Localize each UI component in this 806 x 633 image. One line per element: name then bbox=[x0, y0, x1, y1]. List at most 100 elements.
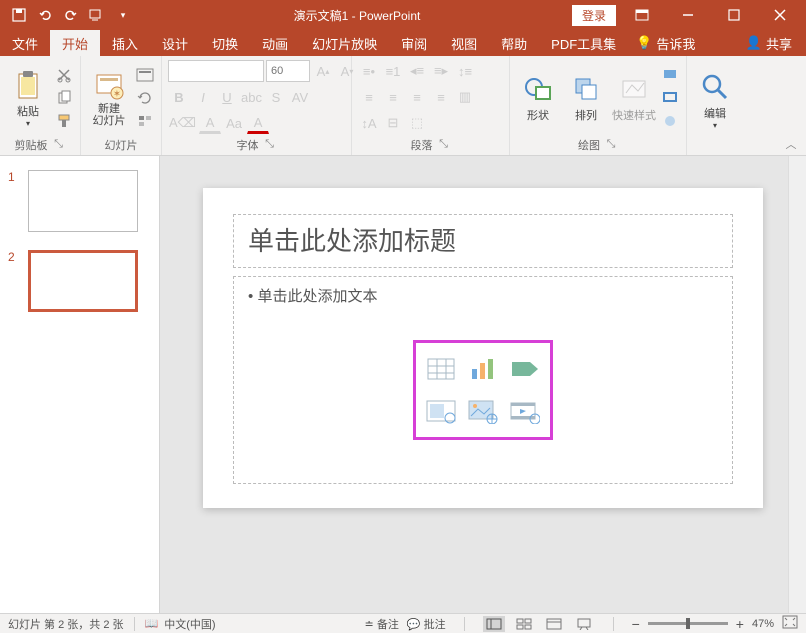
insert-smartart-icon[interactable] bbox=[506, 349, 544, 388]
align-left-icon[interactable]: ≡ bbox=[358, 86, 380, 108]
ribbon-display-options-icon[interactable] bbox=[622, 1, 662, 29]
clipboard-icon bbox=[12, 69, 44, 101]
shadow-button[interactable]: S bbox=[265, 86, 287, 108]
zoom-percent[interactable]: 47% bbox=[752, 618, 774, 630]
font-dialog-launcher-icon[interactable]: ⤡ bbox=[263, 138, 277, 152]
maximize-icon[interactable] bbox=[714, 1, 754, 29]
clear-formatting-icon[interactable]: A⌫ bbox=[168, 112, 197, 134]
slide-canvas-area[interactable]: 软件自学网 WWW.RJZXW.COM 单击此处添加标题 • 单击此处添加文本 bbox=[160, 156, 806, 613]
thumbnail-1[interactable]: 1 bbox=[8, 170, 151, 232]
slide-sorter-view-icon[interactable] bbox=[513, 616, 535, 632]
fit-to-window-icon[interactable] bbox=[782, 615, 798, 632]
reading-view-icon[interactable] bbox=[543, 616, 565, 632]
section-icon[interactable] bbox=[135, 111, 155, 131]
paragraph-dialog-launcher-icon[interactable]: ⤡ bbox=[437, 138, 451, 152]
zoom-out-button[interactable]: − bbox=[632, 616, 640, 632]
align-right-icon[interactable]: ≡ bbox=[406, 86, 428, 108]
comments-button[interactable]: 💬 批注 bbox=[407, 616, 446, 632]
change-case-icon[interactable]: Aa bbox=[223, 112, 245, 134]
spellcheck-icon[interactable]: 📖 bbox=[145, 617, 159, 630]
justify-icon[interactable]: ≡ bbox=[430, 86, 452, 108]
underline-button[interactable]: U bbox=[216, 86, 238, 108]
tab-design[interactable]: 设计 bbox=[150, 30, 200, 56]
increase-indent-icon[interactable]: ≡▸ bbox=[430, 60, 452, 82]
text-direction-icon[interactable]: ↕A bbox=[358, 112, 380, 134]
insert-online-picture-icon[interactable] bbox=[464, 392, 502, 431]
tab-home[interactable]: 开始 bbox=[50, 30, 100, 56]
tab-animations[interactable]: 动画 bbox=[250, 30, 300, 56]
decrease-indent-icon[interactable]: ◂≡ bbox=[406, 60, 428, 82]
copy-icon[interactable] bbox=[54, 88, 74, 108]
start-from-beginning-icon[interactable] bbox=[88, 6, 106, 24]
cut-icon[interactable] bbox=[54, 65, 74, 85]
content-placeholder[interactable]: • 单击此处添加文本 bbox=[233, 276, 733, 484]
format-painter-icon[interactable] bbox=[54, 111, 74, 131]
char-spacing-icon[interactable]: AV bbox=[289, 86, 311, 108]
paste-button[interactable]: 粘贴 ▾ bbox=[6, 63, 50, 133]
new-slide-button[interactable]: ✶ 新建 幻灯片 bbox=[87, 63, 131, 133]
tab-transitions[interactable]: 切换 bbox=[200, 30, 250, 56]
edit-button[interactable]: 编辑 ▾ bbox=[693, 65, 737, 135]
tab-slideshow[interactable]: 幻灯片放映 bbox=[300, 30, 389, 56]
tell-me-search[interactable]: 💡 告诉我 bbox=[636, 34, 695, 53]
save-icon[interactable] bbox=[10, 6, 28, 24]
italic-button[interactable]: I bbox=[192, 86, 214, 108]
font-family-combo[interactable] bbox=[168, 60, 264, 82]
slide-thumbnails-panel[interactable]: 1 2 bbox=[0, 156, 160, 613]
zoom-slider[interactable] bbox=[648, 622, 728, 625]
font-color-icon[interactable]: A bbox=[247, 112, 269, 134]
shape-outline-icon[interactable] bbox=[660, 88, 680, 108]
tab-review[interactable]: 审阅 bbox=[389, 30, 439, 56]
strikethrough-button[interactable]: abc bbox=[240, 86, 263, 108]
title-placeholder[interactable]: 单击此处添加标题 bbox=[233, 214, 733, 268]
align-text-icon[interactable]: ⊟ bbox=[382, 112, 404, 134]
zoom-in-button[interactable]: + bbox=[736, 616, 744, 632]
highlight-color-icon[interactable]: A bbox=[199, 112, 221, 134]
smartart-icon[interactable]: ⬚ bbox=[406, 112, 428, 134]
tab-pdf[interactable]: PDF工具集 bbox=[539, 30, 628, 56]
collapse-ribbon-icon[interactable]: ︿ bbox=[782, 136, 800, 154]
reset-icon[interactable] bbox=[135, 88, 155, 108]
qat-customize-icon[interactable]: ▾ bbox=[114, 6, 132, 24]
tab-file[interactable]: 文件 bbox=[0, 30, 50, 56]
zoom-slider-thumb[interactable] bbox=[686, 618, 690, 629]
close-icon[interactable] bbox=[760, 1, 800, 29]
drawing-dialog-launcher-icon[interactable]: ⤡ bbox=[604, 138, 618, 152]
insert-video-icon[interactable] bbox=[506, 392, 544, 431]
shape-effects-icon[interactable] bbox=[660, 111, 680, 131]
thumbnail-2[interactable]: 2 bbox=[8, 250, 151, 312]
bullets-icon[interactable]: ≡• bbox=[358, 60, 380, 82]
divider bbox=[134, 617, 135, 631]
layout-icon[interactable] bbox=[135, 65, 155, 85]
tab-help[interactable]: 帮助 bbox=[489, 30, 539, 56]
vertical-scrollbar[interactable] bbox=[788, 156, 806, 613]
line-spacing-icon[interactable]: ↕≡ bbox=[454, 60, 476, 82]
minimize-icon[interactable] bbox=[668, 1, 708, 29]
shape-fill-icon[interactable] bbox=[660, 65, 680, 85]
shapes-button[interactable]: 形状 bbox=[516, 63, 560, 133]
clipboard-dialog-launcher-icon[interactable]: ⤡ bbox=[52, 138, 66, 152]
notes-button[interactable]: ≐ 备注 bbox=[365, 616, 399, 632]
align-center-icon[interactable]: ≡ bbox=[382, 86, 404, 108]
insert-chart-icon[interactable] bbox=[464, 349, 502, 388]
tab-insert[interactable]: 插入 bbox=[100, 30, 150, 56]
slideshow-view-icon[interactable] bbox=[573, 616, 595, 632]
bold-button[interactable]: B bbox=[168, 86, 190, 108]
increase-font-icon[interactable]: A▴ bbox=[312, 60, 334, 82]
undo-icon[interactable] bbox=[36, 6, 54, 24]
share-button[interactable]: 👤 共享 bbox=[732, 34, 806, 53]
quick-styles-button[interactable]: 快速样式 bbox=[612, 63, 656, 133]
insert-table-icon[interactable] bbox=[422, 349, 460, 388]
tab-view[interactable]: 视图 bbox=[439, 30, 489, 56]
normal-view-icon[interactable] bbox=[483, 616, 505, 632]
arrange-button[interactable]: 排列 bbox=[564, 63, 608, 133]
font-size-combo[interactable] bbox=[266, 60, 310, 82]
login-button[interactable]: 登录 bbox=[572, 5, 616, 26]
columns-icon[interactable]: ▥ bbox=[454, 86, 476, 108]
slide-counter[interactable]: 幻灯片 第 2 张，共 2 张 bbox=[8, 616, 124, 632]
group-font-label: 字体 bbox=[237, 137, 259, 153]
insert-picture-icon[interactable] bbox=[422, 392, 460, 431]
redo-icon[interactable] bbox=[62, 6, 80, 24]
numbering-icon[interactable]: ≡1 bbox=[382, 60, 404, 82]
language-status[interactable]: 中文(中国) bbox=[164, 616, 215, 632]
